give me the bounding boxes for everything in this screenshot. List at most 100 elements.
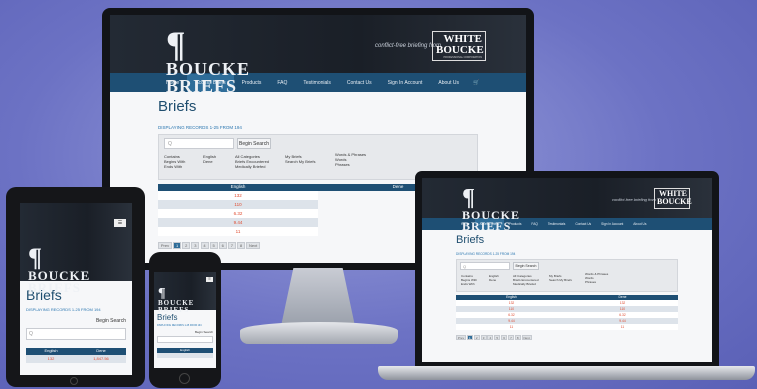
pager-page[interactable]: 8 [237, 242, 245, 249]
nav-sign-in[interactable]: Sign In Account [596, 218, 628, 230]
menu-icon[interactable]: ☰ [114, 219, 126, 227]
table-row: 9.44 [158, 218, 318, 227]
brand-logo[interactable]: ¶ BOUCKE BRIEFS [158, 287, 194, 313]
search-panel: Q Begin Search Contains Begins With Ends W… [456, 259, 678, 292]
nav-contact-us[interactable]: Contact Us [339, 74, 380, 92]
language-options[interactable]: English Dene [203, 154, 216, 164]
page-title: Briefs [456, 234, 485, 246]
pager-page[interactable]: 1 [466, 335, 473, 340]
menu-icon[interactable]: ☰ [206, 277, 213, 282]
table-row: 6.32 [158, 209, 318, 218]
partner-logo[interactable]: WHITE BOUCKE [654, 188, 692, 209]
brand-line2: BRIEFS [28, 280, 81, 296]
pager-page[interactable]: 4 [487, 335, 494, 340]
tablet-screen: ☰ ¶ BOUCKE BRIEFS Briefs Displaying reco… [20, 203, 132, 375]
table-row [157, 353, 213, 358]
site-header: ¶ BOUCKE BRIEFS conflict-free briefing f… [110, 15, 526, 95]
nav-about-us[interactable]: About Us [628, 218, 651, 230]
category-options[interactable]: All Categories Briefs Encountered Medicall… [235, 154, 269, 169]
brand-logo[interactable]: ¶ BOUCKE BRIEFS [462, 185, 520, 234]
site-header: ☰ ¶ BOUCKE BRIEFS [20, 203, 132, 295]
phone-screen: ☰ ¶ BOUCKE BRIEFS Briefs Displaying reco… [154, 272, 216, 368]
record-count: Displaying records 1-25 from 194 [456, 252, 516, 256]
nav-contact-us[interactable]: Contact Us [570, 218, 596, 230]
tablet-home-button[interactable] [70, 377, 78, 385]
table-row: 132 1,847.56 [26, 355, 126, 363]
col-english[interactable]: English [158, 184, 318, 191]
match-options[interactable]: Contains Begins With Ends With [461, 274, 477, 286]
search-input[interactable]: Q [460, 262, 510, 270]
pager-page[interactable]: 5 [494, 335, 501, 340]
laptop: ¶ BOUCKE BRIEFS conflict-free briefing f… [415, 171, 719, 368]
category-options[interactable]: All Categories Briefs Encountered Medicall… [513, 274, 539, 286]
col-dene[interactable]: Dene [76, 348, 126, 355]
pager-prev[interactable]: Prev [456, 335, 466, 340]
nav-faq[interactable]: FAQ [526, 218, 542, 230]
pager-page[interactable]: 4 [200, 242, 209, 249]
partner-line3: PROFESSIONAL CORPORATION [443, 56, 482, 59]
partner-logo[interactable]: WHITE BOUCKE PROFESSIONAL CORPORATION [432, 31, 486, 61]
partner-line2: BOUCKE [657, 197, 692, 206]
pager-page[interactable]: 1 [173, 242, 182, 249]
page-title: Briefs [158, 98, 197, 115]
page-title: Briefs [157, 313, 178, 322]
record-count: Displaying records 1-25 from 194 [158, 125, 242, 130]
nav-faq[interactable]: FAQ [269, 74, 295, 92]
begin-search-button[interactable]: Begin Search [237, 138, 271, 149]
brand-logo[interactable]: ¶ BOUCKE BRIEFS [28, 245, 90, 295]
pager-page[interactable]: 6 [501, 335, 508, 340]
results-table: English Dene 132 132 110 110 6.32 6.32 9.44… [456, 295, 678, 330]
language-options[interactable]: English Dene [489, 274, 499, 282]
search-input[interactable]: Q [164, 138, 234, 149]
partner-line2: BOUCKE [436, 44, 484, 56]
pager-page[interactable]: 7 [507, 335, 514, 340]
table-row: 11 11 [456, 324, 678, 330]
pilcrow-icon: ¶ [166, 24, 187, 64]
search-input[interactable]: Q [26, 328, 126, 340]
monitor-base [240, 322, 398, 344]
pager-next[interactable]: Next [521, 335, 532, 340]
brand-tagline: conflict-free briefing from [612, 197, 657, 202]
pager-prev[interactable]: Prev [158, 242, 172, 249]
brand-logo[interactable]: ¶ BOUCKE BRIEFS [166, 24, 250, 97]
begin-search-button[interactable]: Begin Search [26, 318, 126, 324]
nav-testimonials[interactable]: Testimonials [543, 218, 571, 230]
cart-icon[interactable]: 🛒 [467, 74, 485, 92]
monitor-stand [281, 268, 355, 326]
pager-page[interactable]: 3 [480, 335, 487, 340]
pilcrow-icon: ¶ [462, 185, 476, 211]
field-options[interactable]: Words & Phrases Words Phrases [585, 272, 608, 284]
scope-options[interactable]: My Briefs Search My Briefs [285, 154, 315, 164]
pager-page[interactable]: 5 [209, 242, 218, 249]
pager-next[interactable]: Next [246, 242, 261, 249]
brand-line2: BRIEFS [158, 305, 190, 314]
table-header: English Dene [26, 348, 126, 355]
phone: ☰ ¶ BOUCKE BRIEFS Briefs Displaying reco… [149, 252, 221, 388]
pager-page[interactable]: 2 [473, 335, 480, 340]
table-row: 132 [158, 191, 318, 200]
search-input[interactable] [157, 336, 213, 343]
begin-search-button[interactable]: Begin Search [513, 262, 539, 270]
pager-page[interactable]: 3 [191, 242, 200, 249]
phone-home-button[interactable] [179, 373, 190, 384]
scope-options[interactable]: My Briefs Search My Briefs [549, 274, 572, 282]
site-header: ☰ ¶ BOUCKE BRIEFS [154, 272, 216, 313]
laptop-base [378, 366, 755, 380]
pager-page[interactable]: 8 [514, 335, 521, 340]
col-english[interactable]: English [26, 348, 76, 355]
table-row: 110 [158, 200, 318, 209]
match-options[interactable]: Contains Begins With Ends With [164, 154, 185, 169]
pager-page[interactable]: 2 [182, 242, 191, 249]
field-options[interactable]: Words & Phrases Words Phrases [335, 152, 366, 167]
nav-sign-in[interactable]: Sign In Account [380, 74, 431, 92]
nav-about-us[interactable]: About Us [430, 74, 467, 92]
main-content: Briefs Displaying records 1-25 from 194 … [154, 310, 216, 361]
pager-page[interactable]: 6 [218, 242, 227, 249]
pagination: Prev 1 2 3 4 5 6 7 8 Next [456, 335, 678, 340]
brand-line2: BRIEFS [166, 76, 238, 97]
nav-testimonials[interactable]: Testimonials [295, 74, 339, 92]
pager-page[interactable]: 7 [227, 242, 236, 249]
table-row: 11 [158, 227, 318, 236]
brand-line2: BRIEFS [462, 219, 512, 234]
begin-search-button[interactable]: Begin Search [157, 330, 213, 334]
